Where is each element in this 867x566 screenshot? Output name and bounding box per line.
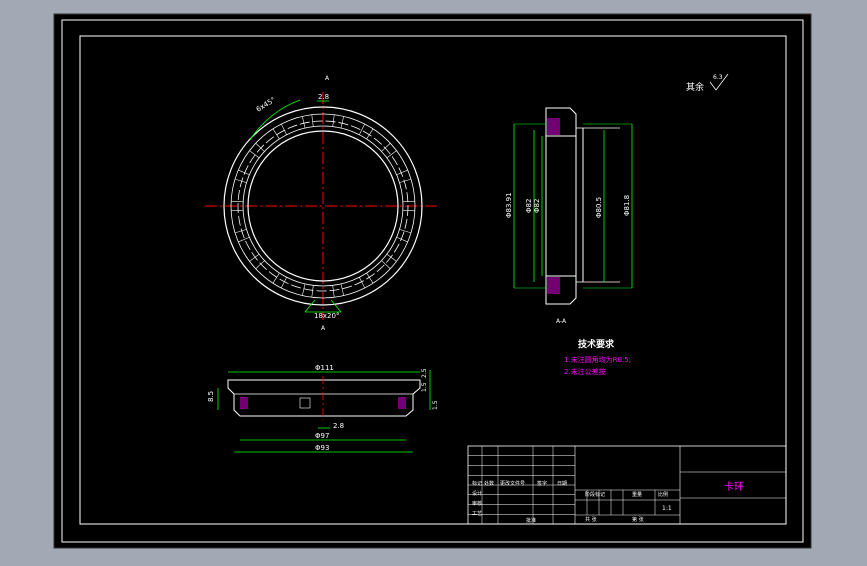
tech-requirement-2: 2.未注公差按	[564, 367, 606, 376]
bottom-dim-lower: Φ97	[315, 432, 329, 440]
bottom-dim-right-2: 1.5	[421, 382, 428, 392]
surface-finish-prefix: 其余	[686, 81, 704, 93]
tb-cell-11: 比例	[658, 491, 668, 498]
bottom-dim-right-3: 1.5	[432, 400, 439, 410]
tb-cell-1: 处数	[484, 480, 494, 487]
side-dim-4: Φ80.5	[595, 197, 603, 218]
tb-cell-2: 更改文件号	[500, 480, 525, 487]
drawing-sheet	[53, 13, 812, 549]
tb-cell-9: 阶段标记	[585, 491, 605, 498]
bottom-dim-top: Φ111	[315, 364, 334, 372]
tb-cell-7: 工艺	[472, 511, 482, 517]
bottom-hatch-left	[240, 397, 248, 409]
tb-cell-6: 审核	[472, 500, 482, 507]
surface-finish-value: 6.3	[713, 74, 723, 81]
tb-cell-3: 签字	[537, 480, 547, 487]
section-label-side: A-A	[556, 318, 567, 325]
tb-cell-0: 标记	[472, 480, 482, 487]
side-dim-5: Φ81.8	[623, 195, 631, 216]
tech-requirement-1: 1.未注圆角均为R0.5;	[564, 355, 631, 364]
side-dim-1: Φ83.91	[505, 192, 513, 218]
bottom-dim-bottom: Φ93	[315, 444, 329, 452]
tb-cell-10: 重量	[632, 491, 642, 498]
tb-cell-5: 设计	[472, 490, 482, 497]
tb-cell-12: 共 张	[585, 516, 597, 523]
tb-part-name: 卡环	[724, 480, 744, 493]
tb-cell-13: 第 张	[632, 516, 644, 523]
dim-bottom: 18x20°	[314, 312, 339, 320]
side-bottom-hatch	[547, 277, 560, 294]
cad-viewport[interactable]: 6x45° 2.8 18x20° A A Φ83.91 Φ82 Φ82 Φ80.…	[0, 0, 867, 562]
bottom-dim-left: 8.5	[207, 391, 215, 402]
bottom-dim-right-1: 2.5	[421, 368, 428, 378]
cad-drawing: 6x45° 2.8 18x20° A A Φ83.91 Φ82 Φ82 Φ80.…	[53, 13, 812, 549]
dim-slot-width: 2.8	[318, 93, 329, 101]
side-top-hatch	[547, 118, 560, 135]
side-dim-2: Φ82	[525, 199, 533, 213]
tb-cell-8: 批准	[526, 517, 536, 524]
tb-scale: 1:1	[662, 505, 672, 512]
tb-cell-4: 日期	[557, 481, 567, 487]
tech-requirements-title: 技术要求	[578, 338, 615, 350]
side-dim-3: Φ82	[533, 199, 541, 213]
bottom-hatch-right	[398, 397, 406, 409]
bottom-dim-mid: 2.8	[333, 422, 344, 430]
